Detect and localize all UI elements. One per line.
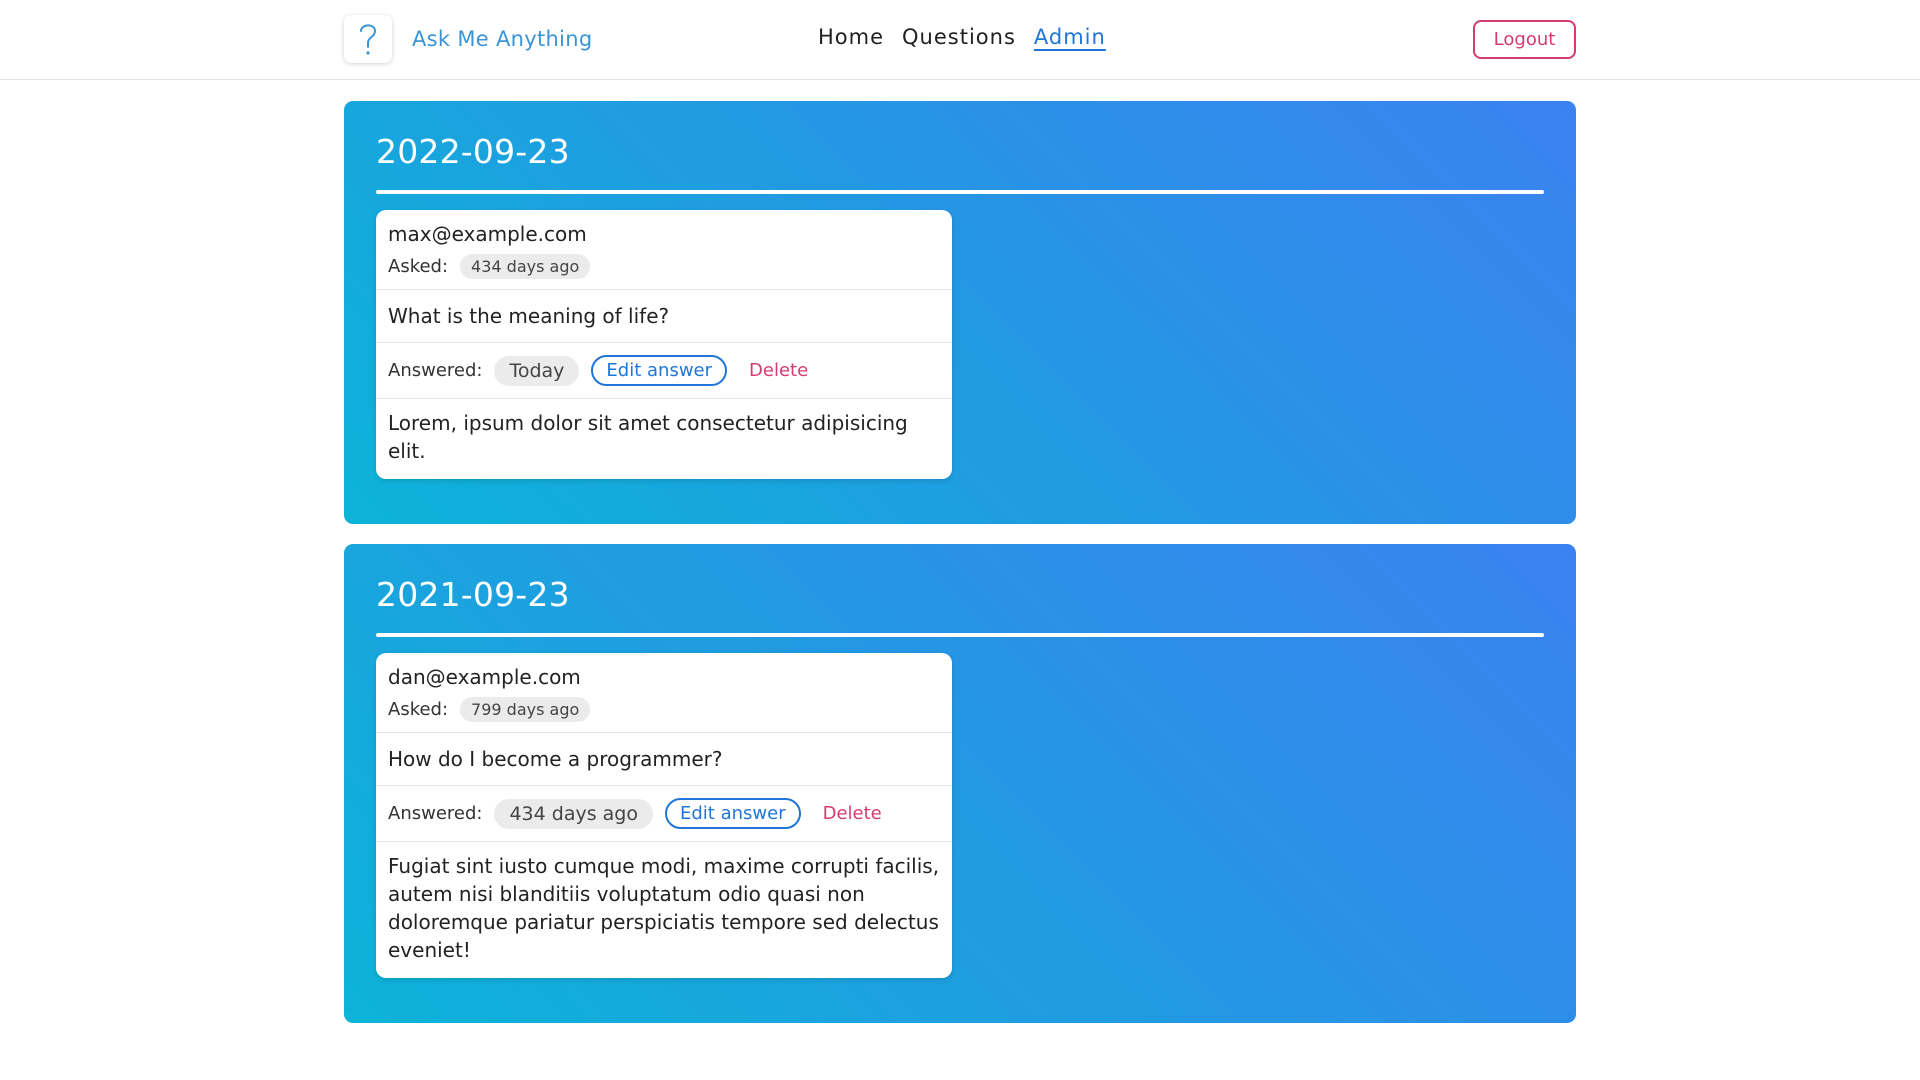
day-date: 2022-09-23 [376,132,570,171]
question-card-header: max@example.com Asked: 434 days ago [376,210,952,290]
question-card: dan@example.com Asked: 799 days ago How … [376,653,952,978]
answered-label: Answered: [388,360,483,381]
asked-row: Asked: 434 days ago [388,254,940,279]
day-panel: 2021-09-23 dan@example.com Asked: 799 da… [344,544,1576,1023]
asker-email: max@example.com [388,222,587,246]
nav-admin[interactable]: Admin [1034,25,1106,49]
answered-row: Answered: Today Edit answer Delete [376,343,952,399]
day-panel: 2022-09-23 max@example.com Asked: 434 da… [344,101,1576,524]
answered-badge: 434 days ago [494,798,653,829]
main-nav: Home Questions Admin [818,25,1106,49]
answered-label: Answered: [388,803,483,824]
asked-badge: 434 days ago [460,254,591,279]
logout-button[interactable]: Logout [1473,20,1576,59]
delete-button[interactable]: Delete [823,803,882,824]
asked-badge: 799 days ago [460,697,591,722]
question-text: What is the meaning of life? [376,290,952,343]
question-card-header: dan@example.com Asked: 799 days ago [376,653,952,733]
brand-link[interactable]: Ask Me Anything [344,15,592,63]
delete-button[interactable]: Delete [749,360,808,381]
question-card: max@example.com Asked: 434 days ago What… [376,210,952,479]
answered-badge: Today [494,355,580,386]
nav-home[interactable]: Home [818,25,884,49]
asked-row: Asked: 799 days ago [388,697,940,722]
question-text: How do I become a programmer? [376,733,952,786]
brand-title: Ask Me Anything [412,27,593,51]
question-mark-icon [344,15,392,63]
answer-text: Lorem, ipsum dolor sit amet consectetur … [388,411,908,463]
divider [376,633,1544,637]
nav-questions[interactable]: Questions [902,25,1016,49]
day-date: 2021-09-23 [376,575,570,614]
asker-email: dan@example.com [388,665,581,689]
answered-row: Answered: 434 days ago Edit answer Delet… [376,786,952,842]
divider [376,190,1544,194]
asked-label: Asked: [388,699,449,720]
top-navbar: Ask Me Anything Home Questions Admin Log… [0,0,1920,80]
edit-answer-button[interactable]: Edit answer [591,355,728,386]
answer-text: Fugiat sint iusto cumque modi, maxime co… [388,854,940,962]
edit-answer-button[interactable]: Edit answer [665,798,801,829]
asked-label: Asked: [388,256,449,277]
